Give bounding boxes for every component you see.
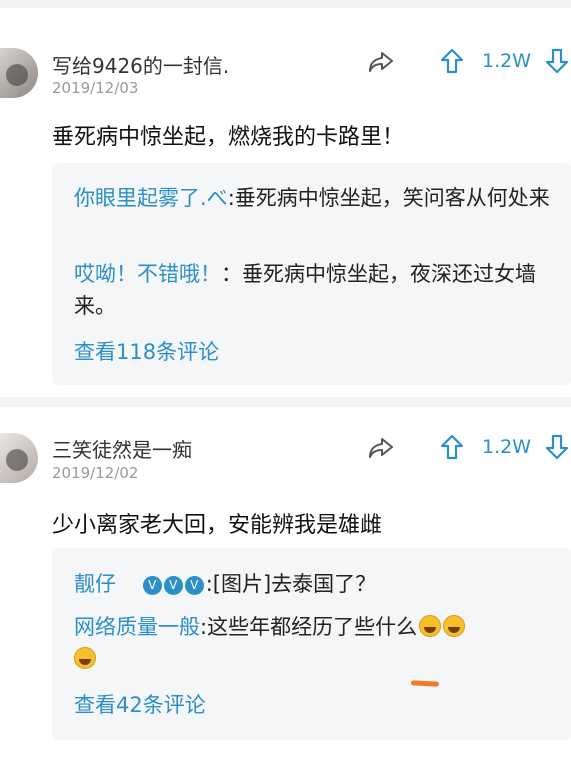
verified-badge-icon: V [142, 576, 162, 595]
post-separator [0, 397, 571, 407]
username[interactable]: 写给9426的一封信. [52, 50, 229, 79]
upvote-icon[interactable] [440, 48, 464, 74]
reply-item[interactable]: 哎呦！不错哦！：垂死病中惊坐起，夜深还过女墙来。 [74, 258, 564, 322]
post-content: 垂死病中惊坐起，燃烧我的卡路里！ [52, 125, 405, 150]
share-icon[interactable] [368, 436, 394, 460]
upvote-icon[interactable] [440, 434, 464, 460]
reply-item[interactable]: 靓仔 V V V:[图片]去泰国了？ [74, 568, 564, 600]
laughing-emoji-icon [443, 615, 466, 637]
post-date: 2019/12/03 [52, 79, 139, 97]
upvote-count: 1.2W [482, 436, 532, 458]
reply-nickname[interactable]: 网络质量一般 [74, 615, 200, 639]
reply-box: 靓仔 V V V:[图片]去泰国了？ 网络质量一般:这些年都经历了些什么 查看42条… [52, 548, 571, 740]
username[interactable]: 三笑徒然是一痴 [52, 434, 192, 463]
view-more-comments-link[interactable]: 查看118条评论 [74, 336, 219, 366]
reply-item[interactable]: 网络质量一般:这些年都经历了些什么 [74, 611, 564, 675]
post-card: 写给9426的一封信. 2019/12/03 1.2W 垂死病中惊坐起，燃烧我的… [0, 0, 571, 395]
reply-box: 你眼里起雾了.べ:垂死病中惊坐起，笑问客从何处来 哎呦！不错哦！：垂死病中惊坐起… [52, 163, 571, 385]
reply-text: :垂死病中惊坐起，笑问客从何处来 [227, 186, 550, 210]
verified-badge-icon: V [163, 576, 183, 595]
reply-item[interactable]: 你眼里起雾了.べ:垂死病中惊坐起，笑问客从何处来 [74, 182, 564, 214]
avatar[interactable] [0, 48, 38, 98]
post-content: 少小离家老大回，安能辨我是雄雌 [52, 513, 383, 538]
reply-nickname[interactable]: 靓仔 [74, 572, 116, 596]
downvote-icon[interactable] [545, 434, 569, 460]
downvote-icon[interactable] [545, 48, 569, 74]
verified-badge-icon: V [184, 576, 204, 595]
view-more-comments-link[interactable]: 查看42条评论 [74, 689, 206, 719]
upvote-count: 1.2W [482, 50, 532, 72]
reply-text: :[图片]去泰国了？ [205, 572, 377, 596]
reply-nickname[interactable]: 哎呦！不错哦！ [74, 262, 221, 286]
laughing-emoji-icon [419, 615, 442, 637]
laughing-emoji-icon [74, 647, 96, 669]
share-icon[interactable] [368, 50, 394, 74]
avatar[interactable] [0, 433, 38, 483]
post-date: 2019/12/02 [52, 464, 139, 482]
post-card: 三笑徒然是一痴 2019/12/02 1.2W 少小离家老大回，安能辨我是雄雌 … [0, 407, 571, 771]
reply-nickname[interactable]: 你眼里起雾了.べ [74, 186, 228, 210]
reply-text: :这些年都经历了些什么 [200, 615, 418, 639]
